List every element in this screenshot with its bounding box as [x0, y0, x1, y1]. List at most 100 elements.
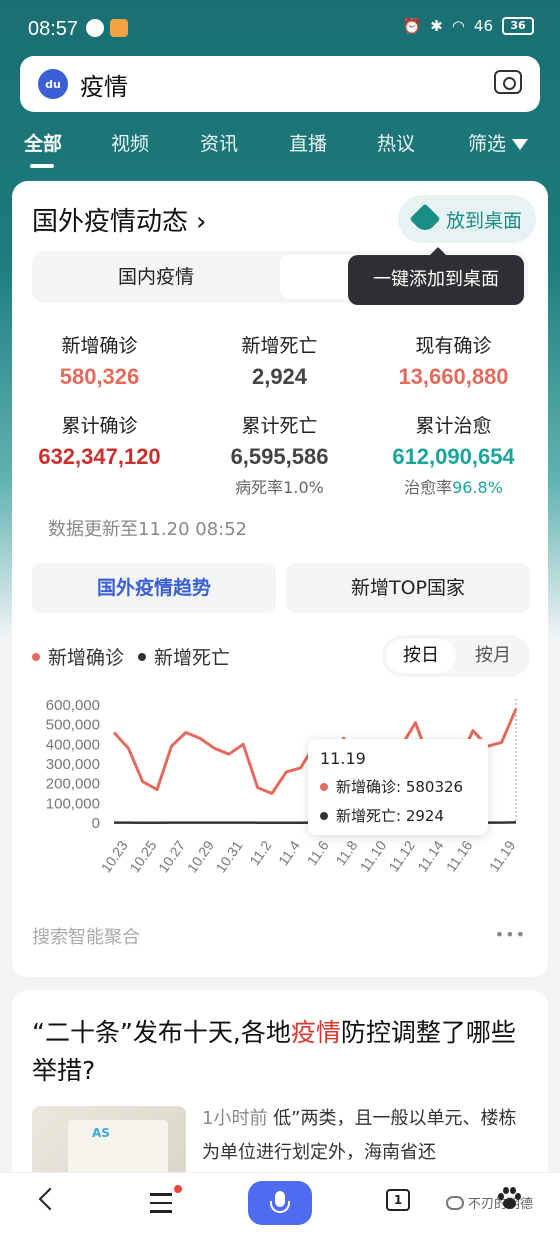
add-to-desktop-button[interactable]: 放到桌面: [398, 195, 536, 243]
legend-dot-deaths: [138, 652, 147, 661]
news-title-part: “二十条”发布十天,各地: [32, 1018, 291, 1047]
status-bar: 08:57 ⏰ ✱ ◠ 46 36: [0, 0, 560, 58]
voice-search-button[interactable]: [248, 1181, 312, 1225]
stat-label: 累计确诊: [61, 415, 138, 437]
tooltip-confirmed: 新增确诊: 580326: [320, 776, 476, 797]
y-tick-label: 0: [92, 815, 100, 832]
top-countries-button[interactable]: 新增TOP国家: [286, 563, 530, 613]
stat-total-confirmed: 累计确诊 632,347,120: [12, 411, 187, 470]
stat-value: 580,326: [59, 364, 140, 389]
by-month-option[interactable]: 按月: [460, 639, 526, 673]
x-tick-label: 10.25: [126, 837, 159, 875]
x-tick-label: 11.4: [275, 837, 303, 868]
tab-live[interactable]: 直播: [289, 129, 327, 156]
x-tick-label: 10.27: [155, 837, 188, 875]
x-tick-label: 11.2: [246, 837, 274, 868]
tab-bar: 全部 视频 资讯 直播 热议 筛选: [0, 124, 560, 168]
tab-filter[interactable]: 筛选: [468, 129, 529, 156]
alarm-icon: ⏰: [402, 17, 422, 35]
death-rate-label: 病死率: [235, 478, 284, 497]
update-time: 数据更新至11.20 08:52: [48, 519, 248, 540]
y-tick-label: 300,000: [46, 756, 100, 773]
x-tick-label: 10.31: [212, 837, 245, 875]
card-title-text: 国外疫情动态: [32, 207, 189, 237]
tooltip-dot-confirmed: [320, 782, 328, 791]
tooltip-confirmed-text: 新增确诊: 580326: [336, 778, 464, 796]
stat-label: 累计死亡: [241, 415, 318, 437]
app-notification-icon: [86, 19, 104, 37]
tooltip-date: 11.19: [320, 749, 366, 768]
stat-new-confirmed: 新增确诊 580,326: [12, 331, 187, 390]
tab-news[interactable]: 资讯: [200, 129, 238, 156]
recovery-rate-value: 96.8%: [452, 478, 503, 497]
x-tick-label: 11.8: [332, 837, 360, 868]
camera-icon[interactable]: [494, 70, 522, 94]
tooltip-deaths-text: 新增死亡: 2924: [336, 807, 444, 825]
add-desktop-tooltip: 一键添加到桌面: [348, 247, 524, 305]
news-title-highlight: 疫情: [290, 1018, 341, 1047]
tab-discussion[interactable]: 热议: [377, 129, 415, 156]
stat-total-deaths: 累计死亡 6,595,586 病死率1.0%: [192, 411, 367, 498]
wechat-icon: [446, 1195, 464, 1210]
news-snippet: 1小时前 低”两类，且一般以单元、楼栋为单位进行划定外，海南省还: [202, 1102, 532, 1170]
card-title[interactable]: 国外疫情动态 ›: [32, 201, 206, 238]
chart-tooltip: 11.19 新增确诊: 580326 新增死亡: 2924: [308, 739, 488, 835]
y-tick-label: 500,000: [46, 717, 100, 734]
chevron-right-icon: ›: [196, 207, 207, 237]
thumbnail-logo: AS: [92, 1126, 110, 1140]
y-tick-label: 200,000: [46, 776, 100, 793]
tab-video[interactable]: 视频: [111, 129, 149, 156]
x-tick-label: 11.16: [443, 837, 476, 874]
system-icons: ⏰ ✱ ◠ 46 36: [403, 17, 534, 35]
x-tick-label: 11.10: [357, 837, 390, 874]
x-tick-label: 11.12: [385, 837, 418, 874]
chart-legend: 新增确诊 新增死亡: [32, 643, 230, 670]
tooltip-deaths: 新增死亡: 2924: [320, 805, 476, 826]
stat-value: 612,090,654: [392, 444, 515, 469]
stat-total-recovered: 累计治愈 612,090,654 治愈率96.8%: [366, 411, 541, 498]
bottom-nav: 1 不刃的明德: [0, 1172, 560, 1235]
foreign-trend-button[interactable]: 国外疫情趋势: [32, 563, 276, 613]
legend-confirmed[interactable]: 新增确诊: [48, 643, 124, 670]
stat-current-confirmed: 现有确诊 13,660,880: [366, 331, 541, 390]
status-time: 08:57: [28, 18, 79, 40]
x-tick-label: 10.23: [98, 837, 131, 875]
y-tick-label: 600,000: [46, 697, 100, 714]
pages-icon[interactable]: 1: [386, 1189, 410, 1211]
baidu-logo-icon: du: [38, 69, 68, 99]
stat-label: 新增死亡: [241, 335, 318, 357]
battery-icon: 36: [502, 17, 534, 35]
filter-label: 筛选: [468, 133, 507, 155]
tab-all[interactable]: 全部: [24, 129, 62, 156]
legend-deaths[interactable]: 新增死亡: [154, 643, 230, 670]
y-tick-label: 400,000: [46, 736, 100, 753]
back-icon[interactable]: [38, 1187, 62, 1211]
epidemic-card: 国外疫情动态 › 放到桌面 国内疫情 一键添加到桌面 新增确诊 580,326 新…: [12, 181, 548, 977]
wifi-icon: ◠: [451, 17, 465, 35]
news-title[interactable]: “二十条”发布十天,各地疫情防控调整了哪些举措?: [32, 1014, 532, 1090]
legend-dot-confirmed: [32, 652, 40, 661]
signal-icon: 46: [473, 17, 493, 35]
bluetooth-icon: ✱: [430, 17, 443, 35]
search-input[interactable]: du 疫情: [20, 56, 540, 112]
x-tick-label: 11.19: [486, 837, 519, 874]
y-tick-label: 100,000: [46, 795, 100, 812]
more-icon[interactable]: •••: [495, 925, 526, 944]
news-time: 1小时前: [202, 1108, 268, 1129]
x-tick-label: 11.6: [304, 837, 332, 868]
x-tick-label: 10.29: [184, 837, 217, 875]
stat-value: 2,924: [251, 364, 308, 389]
stat-new-deaths: 新增死亡 2,924: [192, 331, 367, 390]
by-day-option[interactable]: 按日: [386, 639, 456, 673]
add-to-desktop-label: 放到桌面: [446, 209, 523, 232]
domestic-tab[interactable]: 国内疫情: [32, 251, 280, 303]
search-aggregation-label: 搜索智能聚合: [32, 927, 140, 948]
stat-value: 6,595,586: [230, 444, 329, 469]
menu-icon[interactable]: [150, 1193, 172, 1219]
paw-icon[interactable]: [498, 1187, 521, 1211]
pin-icon: [409, 203, 441, 235]
death-rate: 病死率1.0%: [192, 474, 367, 498]
recovery-rate: 治愈率96.8%: [366, 474, 541, 498]
notification-dot: [174, 1185, 182, 1193]
death-rate-value: 1.0%: [283, 478, 324, 497]
